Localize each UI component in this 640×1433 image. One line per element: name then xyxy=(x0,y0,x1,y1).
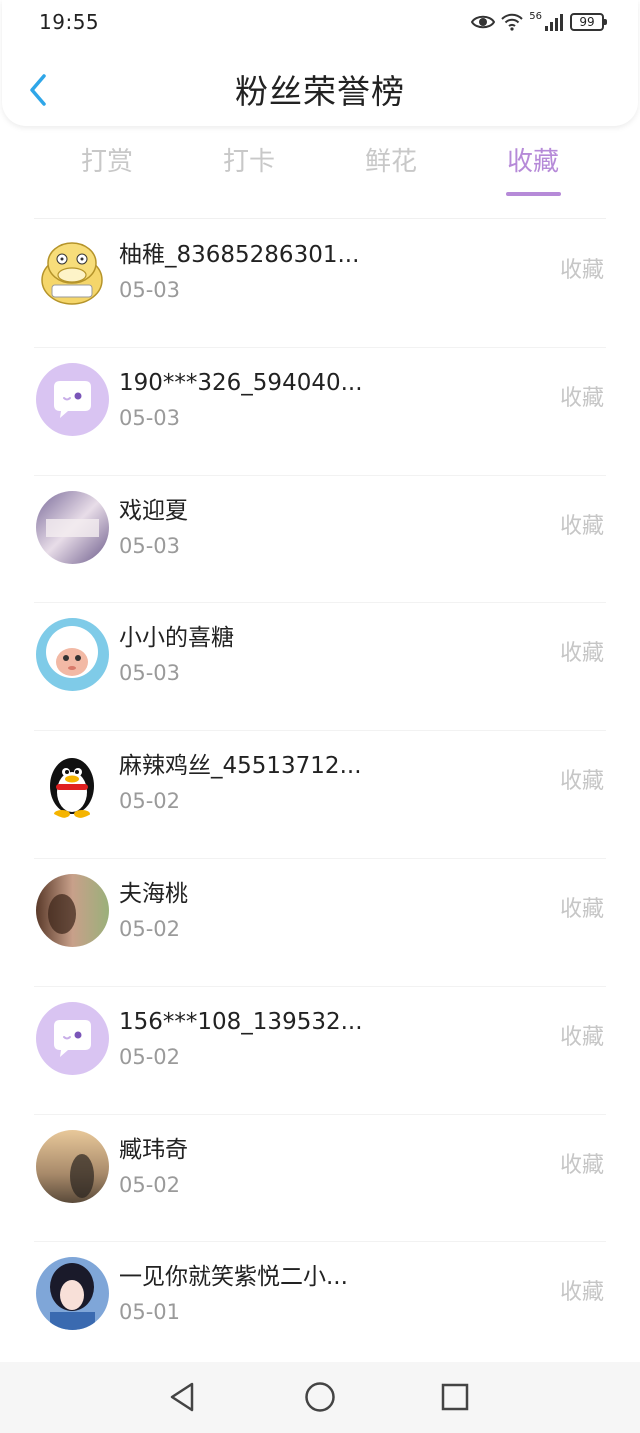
action-label: 收藏 xyxy=(559,896,604,922)
penguin-avatar-icon xyxy=(36,746,109,820)
tab-reward[interactable]: 打赏 xyxy=(57,140,157,184)
fan-name: 夫海桃 xyxy=(119,880,188,907)
page-title: 粉丝荣誉榜 xyxy=(235,72,405,111)
action-label: 收藏 xyxy=(559,641,604,667)
fan-name: 臧玮奇 xyxy=(119,1136,188,1163)
chat-bubble-icon xyxy=(36,362,109,436)
nav-back-button[interactable] xyxy=(166,1380,200,1414)
fan-date: 05-01 xyxy=(119,1300,181,1325)
avatar xyxy=(36,1001,109,1075)
list-item[interactable]: 夫海桃 05-02 收藏 xyxy=(0,859,640,987)
fan-date: 05-02 xyxy=(119,1044,181,1069)
fan-date: 05-02 xyxy=(119,916,181,941)
fan-name: 柚稚_83685286301... xyxy=(119,242,360,268)
photo-avatar-icon xyxy=(36,490,109,564)
action-label: 收藏 xyxy=(559,1152,604,1178)
list-item[interactable]: 190***326_594040... 05-03 收藏 xyxy=(0,348,640,476)
fan-name: 156***108_139532... xyxy=(119,1008,363,1035)
avatar xyxy=(36,362,109,436)
fan-list: 柚稚_83685286301... 05-03 收藏 190***326_594… xyxy=(0,220,640,1370)
action-label: 收藏 xyxy=(559,513,604,539)
fan-date: 05-03 xyxy=(119,533,181,558)
list-item[interactable]: 小小的喜糖 05-03 收藏 xyxy=(0,603,640,732)
divider xyxy=(34,218,606,219)
avatar xyxy=(36,235,109,308)
list-item[interactable]: 一见你就笑紫悦二小... 05-01 收藏 xyxy=(0,1242,640,1370)
header-card: 19:55 56 99 粉丝荣誉榜 xyxy=(2,0,638,126)
sheep-avatar-icon xyxy=(36,618,109,692)
system-nav-bar xyxy=(0,1362,640,1433)
eye-icon xyxy=(471,14,496,30)
tab-bar: 打赏 打卡 鲜花 收藏 xyxy=(0,140,640,204)
fan-date: 05-02 xyxy=(119,789,181,814)
chat-bubble-icon xyxy=(36,1001,109,1075)
fan-date: 05-03 xyxy=(119,661,181,686)
action-label: 收藏 xyxy=(559,1280,604,1306)
list-item[interactable]: 戏迎夏 05-03 收藏 xyxy=(0,476,640,604)
status-icons: 56 99 xyxy=(471,10,607,34)
status-time: 19:55 xyxy=(39,10,100,34)
wifi-icon xyxy=(501,13,523,31)
avatar xyxy=(36,1257,109,1331)
triangle-back-icon xyxy=(170,1382,194,1412)
action-label: 收藏 xyxy=(559,385,604,411)
fan-date: 05-03 xyxy=(119,405,181,430)
action-label: 收藏 xyxy=(559,769,604,795)
fan-name: 戏迎夏 xyxy=(119,497,188,524)
avatar xyxy=(36,490,109,564)
circle-home-icon xyxy=(305,1382,335,1412)
action-label: 收藏 xyxy=(559,258,604,283)
fan-name: 一见你就笑紫悦二小... xyxy=(119,1264,348,1291)
fan-date: 05-03 xyxy=(119,278,181,302)
fan-name: 小小的喜糖 xyxy=(119,625,234,652)
list-item[interactable]: 156***108_139532... 05-02 收藏 xyxy=(0,987,640,1115)
avatar xyxy=(36,1129,109,1203)
avatar xyxy=(36,618,109,692)
list-item[interactable]: 臧玮奇 05-02 收藏 xyxy=(0,1115,640,1243)
fan-date: 05-02 xyxy=(119,1172,181,1197)
photo-avatar-icon xyxy=(36,1129,109,1203)
network-label: 56 xyxy=(529,10,542,22)
tab-flowers[interactable]: 鲜花 xyxy=(341,140,441,184)
battery-icon: 99 xyxy=(570,13,607,31)
avatar xyxy=(36,873,109,947)
square-recents-icon xyxy=(441,1383,469,1411)
avatar xyxy=(36,746,109,820)
action-label: 收藏 xyxy=(559,1024,604,1050)
list-item[interactable]: 麻辣鸡丝_45513712... 05-02 收藏 xyxy=(0,731,640,859)
nav-recents-button[interactable] xyxy=(438,1380,472,1414)
photo-avatar-icon xyxy=(36,873,109,947)
signal-icon xyxy=(544,13,564,31)
active-tab-indicator xyxy=(506,192,561,196)
list-item[interactable]: 柚稚_83685286301... 05-03 收藏 xyxy=(0,220,640,348)
fan-name: 190***326_594040... xyxy=(119,369,363,396)
tab-favorites[interactable]: 收藏 xyxy=(483,140,583,184)
nav-home-button[interactable] xyxy=(303,1380,337,1414)
anime-avatar-icon xyxy=(36,1257,109,1331)
duck-avatar-icon xyxy=(36,235,109,308)
tab-checkin[interactable]: 打卡 xyxy=(199,140,299,184)
app-screen: 19:55 56 99 粉丝荣誉榜 打赏 打卡 鲜花 收藏 柚稚_8368528… xyxy=(0,0,640,1433)
fan-name: 麻辣鸡丝_45513712... xyxy=(119,753,362,780)
